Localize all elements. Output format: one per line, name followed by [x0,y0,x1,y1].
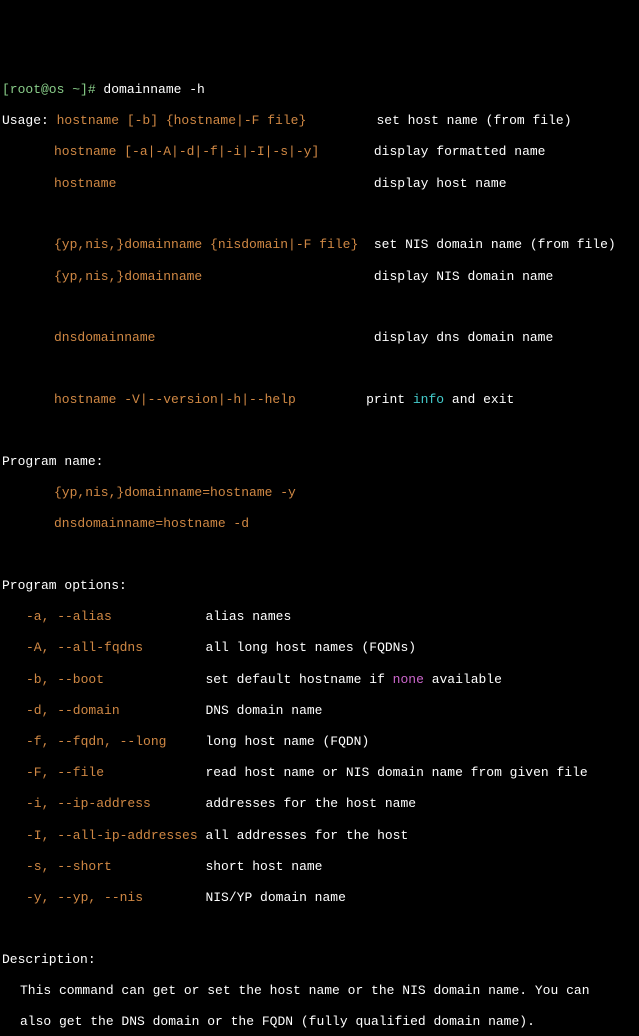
usage-desc: set NIS domain name (from file) [374,237,616,252]
blank-line [2,423,637,438]
usage-line-3: hostname display host name [2,176,637,192]
usage-line-7: hostname -V|--version|-h|--help print in… [2,392,637,408]
opt-flag: -y, --yp, --nis [26,890,143,905]
usage-opt: {yp,nis,}domainname [54,269,202,284]
description-line-2: also get the DNS domain or the FQDN (ful… [2,1014,637,1030]
opt-domain: -d, --domain DNS domain name [2,703,637,719]
opt-file: -F, --file read host name or NIS domain … [2,765,637,781]
opt-desc: DNS domain name [205,703,322,718]
usage-prefix: Usage: [2,113,57,128]
progname-text: dnsdomainname=hostname -d [54,516,249,531]
prompt-command: domainname -h [103,82,204,97]
opt-desc: alias names [205,609,291,624]
progname-header: Program name: [2,454,637,470]
opt-flag: -a, --alias [26,609,112,624]
none-keyword: none [393,672,424,687]
opt-ip-address: -i, --ip-address addresses for the host … [2,796,637,812]
blank-line [2,361,637,376]
opt-desc: all long host names (FQDNs) [205,640,416,655]
usage-desc: display NIS domain name [374,269,553,284]
blank-line [2,207,637,222]
opt-flag: -i, --ip-address [26,796,151,811]
opt-desc: available [424,672,502,687]
info-keyword: info [413,392,444,407]
opt-fqdn: -f, --fqdn, --long long host name (FQDN) [2,734,637,750]
usage-desc: set host name (from file) [376,113,571,128]
usage-desc: display host name [374,176,507,191]
prompt-line: [root@os ~]# domainname -h [2,82,637,98]
usage-opt: {yp,nis,}domainname {nisdomain|-F file} [54,237,358,252]
usage-opt: hostname [54,176,116,191]
progname-line-1: {yp,nis,}domainname=hostname -y [2,485,637,501]
blank-line [2,300,637,315]
opt-desc: addresses for the host name [205,796,416,811]
usage-desc: display dns domain name [374,330,553,345]
usage-opt: hostname [-b] {hostname|-F file} [57,113,307,128]
opt-all-fqdns: -A, --all-fqdns all long host names (FQD… [2,640,637,656]
usage-line-6: dnsdomainname display dns domain name [2,330,637,346]
opt-desc: set default hostname if [205,672,392,687]
description-header: Description: [2,952,637,968]
terminal-output: [root@os ~]# domainname -h Usage: hostna… [2,66,637,1036]
opt-desc: all addresses for the host [205,828,408,843]
opt-yp: -y, --yp, --nis NIS/YP domain name [2,890,637,906]
prompt-user-host: [root@os ~]# [2,82,103,97]
usage-line-4: {yp,nis,}domainname {nisdomain|-F file} … [2,237,637,253]
opt-flag: -b, --boot [26,672,104,687]
opt-flag: -s, --short [26,859,112,874]
usage-line-2: hostname [-a|-A|-d|-f|-i|-I|-s|-y] displ… [2,144,637,160]
opt-short: -s, --short short host name [2,859,637,875]
opt-desc: short host name [205,859,322,874]
progopts-header: Program options: [2,578,637,594]
opt-flag: -f, --fqdn, --long [26,734,166,749]
opt-flag: -I, --all-ip-addresses [26,828,198,843]
opt-desc: read host name or NIS domain name from g… [205,765,587,780]
opt-flag: -A, --all-fqdns [26,640,143,655]
opt-boot: -b, --boot set default hostname if none … [2,672,637,688]
usage-desc: display formatted name [374,144,546,159]
blank-line [2,547,637,562]
usage-desc: print [366,392,413,407]
usage-line-1: Usage: hostname [-b] {hostname|-F file} … [2,113,637,129]
description-line-1: This command can get or set the host nam… [2,983,637,999]
opt-flag: -d, --domain [26,703,120,718]
usage-line-5: {yp,nis,}domainname display NIS domain n… [2,269,637,285]
progname-text: {yp,nis,}domainname=hostname -y [54,485,296,500]
blank-line [2,921,637,936]
opt-all-ip-addresses: -I, --all-ip-addresses all addresses for… [2,828,637,844]
usage-opt: hostname -V|--version|-h|--help [54,392,296,407]
opt-desc: long host name (FQDN) [205,734,369,749]
usage-opt: dnsdomainname [54,330,155,345]
usage-opt: hostname [-a|-A|-d|-f|-i|-I|-s|-y] [54,144,319,159]
opt-alias: -a, --alias alias names [2,609,637,625]
opt-flag: -F, --file [26,765,104,780]
opt-desc: NIS/YP domain name [205,890,345,905]
usage-desc: and exit [444,392,514,407]
progname-line-2: dnsdomainname=hostname -d [2,516,637,532]
